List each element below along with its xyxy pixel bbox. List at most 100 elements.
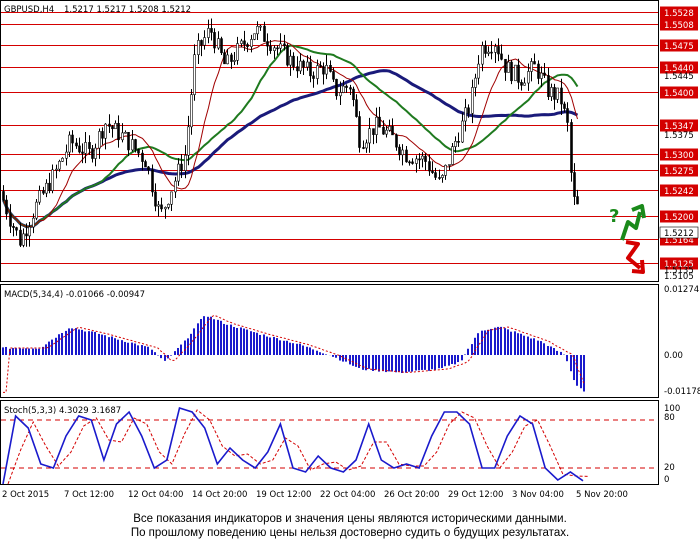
candle-body (220, 38, 223, 54)
candle-body (65, 151, 68, 159)
macd-bar (401, 355, 403, 373)
macd-bar (306, 346, 308, 355)
candle-body (117, 123, 120, 141)
macd-bar (316, 350, 318, 355)
candle-body (560, 87, 563, 105)
x-label: 26 Oct 20:00 (384, 490, 439, 500)
macd-bar (319, 352, 321, 355)
macd-bar (151, 349, 153, 355)
candle-body (101, 131, 104, 139)
forex-chart: 1.55281.55081.54751.54401.54001.53471.53… (0, 0, 700, 500)
stoch-tick: 20 (664, 463, 675, 473)
macd-bar (269, 337, 271, 355)
candle-body (388, 125, 391, 131)
macd-bar (114, 338, 116, 355)
macd-bar (391, 355, 393, 372)
candle-body (543, 72, 546, 76)
candle-body (507, 61, 510, 73)
candle-body (38, 190, 41, 203)
candle-body (474, 77, 477, 88)
macd-bar (292, 343, 294, 355)
macd-bar (210, 316, 212, 355)
macd-bar (428, 355, 430, 371)
macd-bar (299, 343, 301, 355)
candle-body (273, 47, 276, 51)
candle-body (523, 82, 526, 86)
macd-bar (174, 351, 176, 355)
candle-body (256, 26, 259, 35)
macd-bar (573, 355, 575, 381)
candle-body (573, 172, 576, 197)
candle-body (415, 158, 418, 164)
macd-bar (45, 344, 47, 355)
macd-bar (58, 334, 60, 355)
macd-bar (200, 318, 202, 355)
macd-bar (273, 336, 275, 355)
candle-body (164, 207, 167, 210)
macd-bar (309, 347, 311, 355)
candle-body (537, 63, 540, 79)
candle-body (289, 55, 292, 66)
stoch-signal-line (7, 409, 589, 485)
candle-body (527, 71, 530, 84)
macd-bar (164, 355, 166, 361)
candle-body (398, 146, 401, 156)
level-label: 1.5400 (664, 89, 694, 99)
macd-bar (520, 333, 522, 355)
candle-body (302, 60, 305, 68)
candle-body (457, 141, 460, 143)
stoch-tick: 0 (664, 475, 669, 485)
candle-body (35, 201, 38, 219)
candle-body (286, 45, 289, 66)
price-header-ohlc: 1.5217 1.5217 1.5208 1.5212 (64, 5, 191, 15)
candle-body (355, 99, 358, 117)
candle-body (292, 55, 295, 67)
macd-bar (38, 348, 40, 355)
candle-body (309, 61, 312, 77)
macd-bar (517, 333, 519, 355)
stoch-tick: 80 (664, 413, 675, 423)
candle-body (236, 43, 239, 61)
candle-body (51, 169, 54, 191)
macd-bar (243, 328, 245, 355)
stoch-header: Stoch(5,3,3) 4.3029 3.1687 (4, 406, 121, 416)
macd-bar (312, 349, 314, 355)
macd-bar (490, 328, 492, 355)
candle-body (553, 87, 556, 100)
candle-body (319, 65, 322, 67)
candle-body (147, 166, 150, 171)
candle-body (98, 131, 101, 149)
candle-body (88, 142, 91, 149)
macd-bar (368, 355, 370, 369)
candle-body (108, 123, 111, 127)
candle-body (438, 177, 441, 179)
macd-bar (121, 340, 123, 355)
candle-body (312, 75, 315, 79)
candle-body (332, 71, 335, 80)
candle-body (230, 54, 233, 62)
candle-body (124, 131, 127, 134)
candle-body (141, 152, 144, 162)
candle-body (9, 213, 12, 227)
macd-bar (12, 348, 14, 355)
x-label: 22 Oct 04:00 (320, 490, 375, 500)
candle-body (299, 60, 302, 72)
candle-body (61, 157, 64, 162)
candle-body (55, 168, 58, 171)
macd-bar (35, 348, 37, 355)
macd-bar (2, 347, 4, 355)
x-label: 5 Nov 20:00 (576, 490, 628, 500)
candle-body (78, 145, 81, 153)
macd-histogram (2, 314, 585, 393)
macd-bar (137, 345, 139, 355)
macd-bar (286, 340, 288, 355)
candle-body (382, 126, 385, 135)
macd-bar (438, 355, 440, 369)
macd-bar (570, 355, 572, 372)
macd-bar (395, 355, 397, 373)
candle-body (207, 28, 210, 38)
macd-bar (375, 355, 377, 370)
macd-bar (236, 327, 238, 355)
candle-body (170, 191, 173, 205)
macd-bar (372, 355, 374, 371)
